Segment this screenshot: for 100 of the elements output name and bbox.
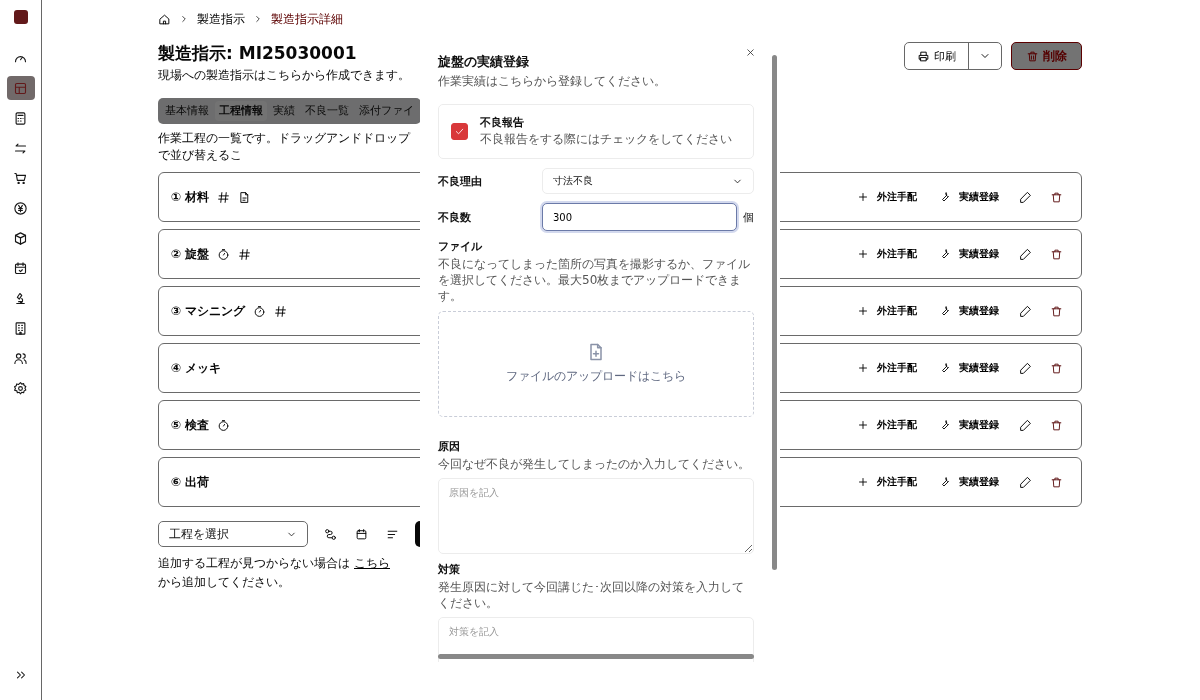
field-label: ファイル [438, 239, 483, 254]
hash-icon [274, 304, 288, 318]
cause-textarea[interactable]: 原因を記入 [438, 477, 754, 554]
timer-icon [217, 247, 231, 261]
process-name: ② 旋盤 [171, 245, 210, 263]
timer-icon [253, 304, 267, 318]
tab[interactable]: 不良一覧 [301, 101, 353, 121]
plus-icon [857, 248, 869, 260]
process-name: ④ メッキ [171, 359, 222, 377]
wrench-icon [939, 305, 951, 317]
trash-icon [1050, 475, 1063, 489]
outsource-button[interactable]: 外注手配 [853, 359, 921, 377]
trash-icon [1050, 190, 1063, 204]
yen-coin-icon [13, 200, 28, 216]
trash-icon [1050, 361, 1063, 375]
route-icon [324, 527, 337, 541]
count-input[interactable]: 300 [542, 203, 737, 231]
wrench-icon [939, 248, 951, 260]
wrench-icon [939, 476, 951, 488]
outsource-button[interactable]: 外注手配 [853, 188, 921, 206]
field-description: 今回なぜ不良が発生してしまったのか入力してください。 [438, 455, 751, 472]
process-select[interactable]: 工程を選択 [158, 521, 308, 547]
wrench-icon [939, 362, 951, 374]
pencil-icon [1019, 418, 1032, 432]
record-button[interactable]: 実績登録 [935, 473, 1003, 491]
breadcrumb-link[interactable]: 製造指示詳細 [271, 10, 343, 28]
scrollbar[interactable] [438, 654, 754, 659]
scrollbar[interactable] [772, 55, 777, 570]
dialog-subtitle: 作業実績はこちらから登録してください。 [438, 73, 667, 90]
chevron-right-icon [253, 14, 263, 24]
pencil-icon [1019, 361, 1032, 375]
unit-label: 個 [743, 209, 754, 225]
settings-icon [13, 380, 28, 396]
process-name: ① 材料 [171, 188, 210, 206]
calculator-icon [13, 110, 28, 126]
app-logo[interactable] [13, 10, 28, 24]
record-button[interactable]: 実績登録 [935, 302, 1003, 320]
outsource-button[interactable]: 外注手配 [853, 473, 921, 491]
process-description: 作業工程の一覧です。ドラッグアンドドロップで並び替えるこ [158, 130, 412, 164]
field-label: 原因 [438, 438, 461, 454]
record-button[interactable]: 実績登録 [935, 245, 1003, 263]
plus-icon [857, 191, 869, 203]
sidebar-item[interactable] [6, 76, 35, 100]
checkbox-label: 不良報告 [480, 115, 525, 130]
table-icon [13, 80, 28, 96]
process-name: ⑤ 検査 [171, 416, 210, 434]
calendar-check-icon [13, 260, 28, 276]
pencil-icon [1019, 190, 1032, 204]
pencil-icon [1019, 247, 1032, 261]
home-icon [158, 12, 171, 26]
countermeasure-textarea[interactable]: 対策を記入 [438, 617, 754, 662]
hash-icon [238, 247, 252, 261]
page-title: 製造指示: MI25030001 [158, 42, 358, 65]
process-name: ③ マシニング [171, 302, 246, 320]
field-label: 不良理由 [438, 173, 483, 189]
help-text: から追加してください。 [158, 574, 290, 591]
pencil-icon [1019, 475, 1032, 489]
cart-icon [13, 170, 28, 186]
breadcrumb-link[interactable]: 製造指示 [197, 10, 245, 28]
record-button[interactable]: 実績登録 [935, 416, 1003, 434]
check-icon [454, 126, 465, 137]
help-link[interactable]: こちら [354, 555, 390, 572]
plus-icon [857, 362, 869, 374]
trash-icon [1050, 418, 1063, 432]
building-icon [13, 320, 28, 336]
field-label: 対策 [438, 561, 461, 577]
plus-icon [857, 419, 869, 431]
timer-icon [217, 418, 231, 432]
trash-icon [1050, 304, 1063, 318]
help-text: 追加する工程が見つからない場合は [158, 555, 350, 572]
record-button[interactable]: 実績登録 [935, 188, 1003, 206]
outsource-button[interactable]: 外注手配 [853, 245, 921, 263]
page-subtitle: 現場への製造指示はこちらから作成できます。 [158, 67, 410, 84]
tab[interactable]: 添付ファイ [355, 101, 418, 121]
pencil-icon [1019, 304, 1032, 318]
dialog-title: 旋盤の実績登録 [438, 53, 529, 71]
close-icon [745, 47, 756, 58]
outsource-button[interactable]: 外注手配 [853, 302, 921, 320]
reason-select[interactable]: 寸法不良 [542, 168, 754, 194]
process-name: ⑥ 出荷 [171, 473, 210, 491]
microscope-icon [13, 290, 28, 306]
hash-icon [217, 190, 231, 204]
outsource-button[interactable]: 外注手配 [853, 416, 921, 434]
wrench-icon [939, 419, 951, 431]
package-icon [13, 230, 28, 246]
upload-dropzone[interactable]: ファイルのアップロードはこちら [438, 310, 754, 417]
tab[interactable]: 工程情報 [215, 101, 267, 121]
defect-checkbox[interactable] [451, 123, 468, 140]
tab[interactable]: 基本情報 [161, 101, 213, 121]
trash-icon [1050, 247, 1063, 261]
field-description: 発生原因に対して今回講じた･次回以降の対策を入力してください。 [438, 578, 745, 612]
chevron-right-icon [179, 14, 189, 24]
tab[interactable]: 実績 [269, 101, 299, 121]
printer-icon [917, 49, 930, 63]
trash-icon [1026, 49, 1039, 63]
plus-icon [857, 305, 869, 317]
users-icon [13, 350, 28, 366]
record-button[interactable]: 実績登録 [935, 359, 1003, 377]
field-label: 不良数 [438, 209, 472, 225]
calendar-icon [355, 527, 368, 541]
